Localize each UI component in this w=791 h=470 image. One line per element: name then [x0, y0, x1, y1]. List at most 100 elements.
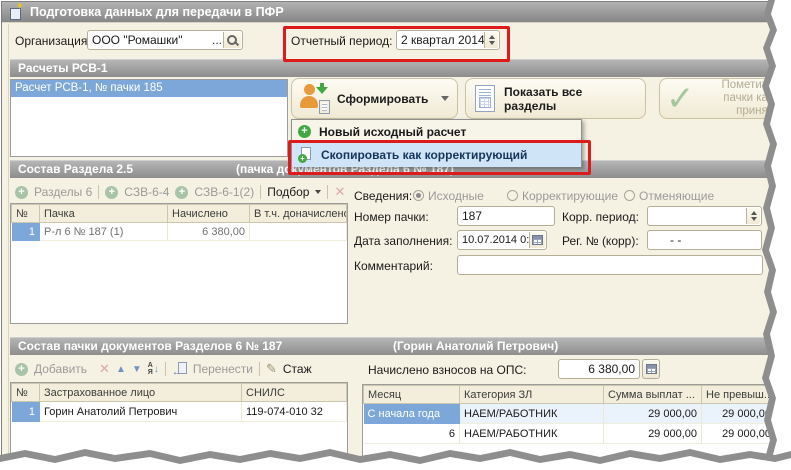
- delete-icon: [334, 184, 345, 200]
- add-szv64-button: СЗВ-6-4: [124, 185, 170, 199]
- move-up-icon[interactable]: [116, 364, 126, 375]
- section6-title: Состав пачки документов Разделов 6 № 187: [18, 339, 283, 353]
- table-row[interactable]: 1 Горин Анатолий Петрович 119-074-010 32: [11, 401, 347, 422]
- section6-subtitle: (Горин Анатолий Петрович): [393, 339, 559, 353]
- ops-field[interactable]: 6 380,00: [558, 359, 640, 379]
- reg-number-value: - -: [670, 233, 682, 247]
- add-szv61-button: СЗВ-6-1(2): [194, 185, 255, 199]
- organization-value: ООО "Ромашки": [92, 33, 183, 47]
- rsv-list: Расчет РСВ-1, № пачки 185: [10, 79, 288, 157]
- info-label: Сведения:: [354, 189, 413, 203]
- corr-period-spinner[interactable]: [746, 208, 760, 224]
- col-sum[interactable]: Сумма выплат ...: [603, 385, 702, 404]
- organization-more-button[interactable]: ...: [212, 31, 222, 49]
- spin-down-icon: [488, 41, 495, 46]
- table-row[interactable]: 6 НАЕМ/РАБОТНИК 29 000,00 29 000,00: [363, 423, 776, 444]
- fill-date-value: 10.07.2014 0:0: [462, 234, 536, 246]
- spin-up-icon: [488, 34, 495, 39]
- transfer-button: Перенести: [192, 362, 253, 376]
- table-header-row: Месяц Категория ЗЛ Сумма выплат ... Не п…: [363, 385, 776, 404]
- table-row[interactable]: С начала года НАЕМ/РАБОТНИК 29 000,00 29…: [363, 403, 776, 424]
- corr-period-field[interactable]: [647, 206, 762, 226]
- menu-item-new-calculation[interactable]: Новый исходный расчет: [292, 120, 581, 143]
- period-value: 2 квартал 2014 г.: [401, 33, 495, 47]
- comment-field[interactable]: [457, 255, 763, 275]
- organization-search-button[interactable]: [223, 32, 241, 48]
- col-limit[interactable]: Не превыш...: [701, 385, 776, 404]
- search-icon: [226, 34, 239, 47]
- corr-period-label: Корр. период:: [562, 210, 639, 224]
- chevron-down-icon: [441, 96, 449, 101]
- pencil-icon: [266, 361, 277, 377]
- show-all-sections-button[interactable]: Показать все разделы: [465, 78, 646, 119]
- mark-accepted-label: Пометить пачки как принят: [721, 79, 773, 117]
- toolbar-separator: [327, 185, 329, 199]
- calendar-icon: [532, 235, 543, 245]
- row-number-cell: 1: [11, 222, 40, 241]
- col-num[interactable]: №: [11, 204, 40, 223]
- persons-table: № Застрахованное лицо СНИЛС 1 Горин Анат…: [10, 382, 348, 460]
- pack-cell: Р-л 6 № 187 (1): [39, 222, 168, 241]
- col-insured-person[interactable]: Застрахованное лицо: [39, 383, 242, 402]
- category-cell: НАЕМ/РАБОТНИК: [459, 403, 604, 424]
- radio-initial-label: Исходные: [428, 189, 484, 203]
- sort-az-icon[interactable]: [148, 362, 159, 376]
- generate-dropdown-menu: Новый исходный расчет Скопировать как ко…: [291, 119, 582, 167]
- pick-button[interactable]: Подбор: [267, 185, 309, 199]
- payments-table: Месяц Категория ЗЛ Сумма выплат ... Не п…: [362, 384, 777, 460]
- period-label: Отчетный период:: [291, 34, 393, 48]
- reg-number-label: Рег. № (корр):: [562, 234, 639, 248]
- left-frame-groove: [4, 24, 9, 468]
- experience-button[interactable]: Стаж: [283, 362, 312, 376]
- menu-item-new-label: Новый исходный расчет: [319, 124, 467, 139]
- category-cell: НАЕМ/РАБОТНИК: [459, 423, 604, 444]
- window-icon: ✦: [9, 2, 24, 20]
- add-person-icon: [15, 362, 28, 376]
- generate-report-icon: [300, 83, 330, 114]
- section6-toolbar: Добавить Перенести Стаж: [15, 360, 312, 378]
- period-spinner[interactable]: [484, 32, 498, 48]
- table-header-row: № Застрахованное лицо СНИЛС: [11, 383, 347, 402]
- calendar-button[interactable]: [529, 232, 545, 248]
- col-extra-accrued[interactable]: В т.ч. доначислено: [249, 204, 347, 223]
- col-month[interactable]: Месяц: [363, 385, 460, 404]
- col-num[interactable]: №: [11, 383, 40, 402]
- ops-value: 6 380,00: [588, 362, 635, 376]
- generate-button-label: Сформировать: [337, 91, 429, 106]
- col-category[interactable]: Категория ЗЛ: [459, 385, 604, 404]
- generate-button[interactable]: Сформировать: [291, 78, 458, 119]
- mark-accepted-button: Пометить пачки как принят: [659, 78, 780, 119]
- document-sections-icon: [475, 85, 495, 112]
- snils-cell: 119-074-010 32: [241, 401, 347, 422]
- rsv-list-item[interactable]: Расчет РСВ-1, № пачки 185: [11, 80, 287, 97]
- menu-item-copy-correcting[interactable]: Скопировать как корректирующий: [292, 143, 581, 167]
- col-pack[interactable]: Пачка: [39, 204, 168, 223]
- toolbar-separator: [164, 362, 166, 376]
- organization-field[interactable]: ООО "Ромашки" ...: [87, 30, 243, 50]
- sum-cell: 29 000,00: [603, 403, 702, 424]
- pfr-export-window: ✦ Подготовка данных для передачи в ПФР О…: [0, 0, 791, 470]
- sum-cell: 29 000,00: [603, 423, 702, 444]
- col-accrued[interactable]: Начислено: [167, 204, 250, 223]
- comment-label: Комментарий:: [354, 259, 433, 273]
- section25-title: Состав Раздела 2.5: [18, 162, 134, 176]
- add-person-button: Добавить: [34, 362, 88, 376]
- rsv-section-header: Расчеты РСВ-1: [10, 59, 770, 77]
- period-field[interactable]: 2 квартал 2014 г.: [396, 30, 500, 50]
- row-number-cell: 1: [11, 401, 40, 422]
- move-down-icon[interactable]: [132, 364, 142, 375]
- fill-date-label: Дата заполнения:: [354, 234, 453, 248]
- reg-number-field[interactable]: - -: [647, 230, 762, 250]
- window-title: Подготовка данных для передачи в ПФР: [30, 5, 284, 19]
- radio-correcting-label: Корректирующие: [522, 189, 619, 203]
- checkmark-icon: [666, 82, 695, 116]
- table-row[interactable]: 1 Р-л 6 № 187 (1) 6 380,00: [11, 222, 347, 241]
- ops-label: Начислено взносов на ОПС:: [368, 363, 527, 377]
- ops-calc-button[interactable]: [642, 359, 660, 379]
- pack-number-field[interactable]: 187: [457, 206, 555, 226]
- col-snils[interactable]: СНИЛС: [241, 383, 347, 402]
- section25-toolbar: Разделы 6 СЗВ-6-4 СЗВ-6-1(2) Подбор: [15, 183, 345, 201]
- add-sections6-icon: [15, 185, 28, 199]
- plus-circle-icon: [298, 125, 311, 138]
- fill-date-field[interactable]: 10.07.2014 0:0: [457, 230, 547, 250]
